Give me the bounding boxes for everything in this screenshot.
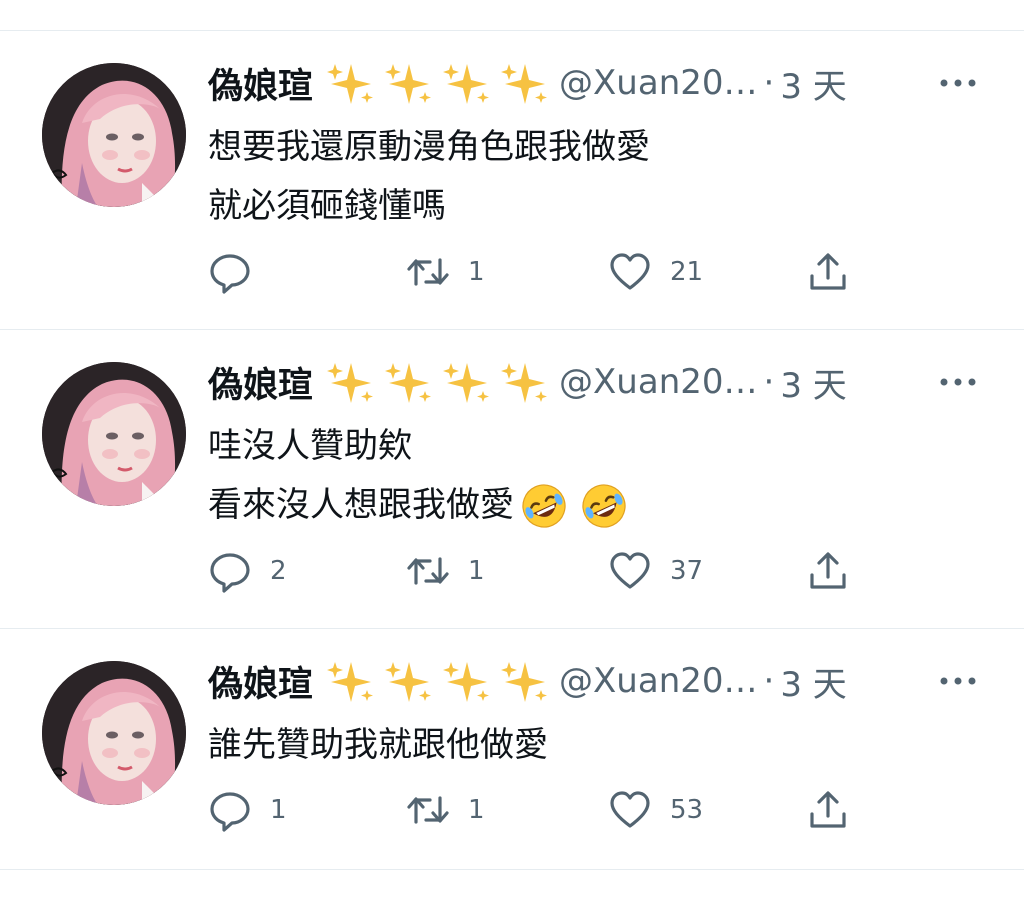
tweet-header: 偽娘瑄 @Xuan20… · 3 天: [208, 656, 847, 706]
reply-button[interactable]: 2: [208, 549, 287, 593]
sparkles-icon: [501, 64, 548, 104]
tweet-text-line: 誰先贊助我就跟他做愛: [208, 725, 548, 765]
heart-icon: [610, 552, 650, 589]
more-icon[interactable]: [936, 666, 980, 696]
display-name[interactable]: 偽娘瑄: [208, 357, 313, 408]
user-handle[interactable]: @Xuan20…: [559, 661, 758, 701]
tweet[interactable]: 偽娘瑄 @Xuan20… · 3 天 哇沒人贊助欸 看來沒人想跟我做愛 2 1 …: [0, 329, 1024, 628]
timestamp[interactable]: 3 天: [780, 358, 846, 407]
heart-icon: [610, 791, 650, 828]
tweet-text: 誰先贊助我就跟他做愛: [208, 716, 548, 775]
share-icon: [810, 552, 846, 589]
like-button[interactable]: 21: [608, 250, 703, 294]
user-handle[interactable]: @Xuan20…: [559, 362, 758, 402]
heart-icon: [610, 253, 650, 290]
rolling-on-floor-laughing-icon: [582, 483, 626, 528]
tweet-header: 偽娘瑄 @Xuan20… · 3 天: [208, 58, 847, 108]
retweet-icon: [407, 796, 449, 824]
like-count: 21: [670, 257, 704, 287]
retweet-button[interactable]: 1: [406, 549, 485, 593]
retweet-count: 1: [468, 556, 485, 586]
display-name[interactable]: 偽娘瑄: [208, 656, 313, 707]
sparkles-icon: [385, 64, 432, 104]
reply-count: 2: [270, 556, 287, 586]
action-bar: 1 1 53: [208, 788, 888, 832]
sparkles-icon: [443, 363, 490, 403]
sparkles-icon: [501, 662, 548, 702]
user-handle[interactable]: @Xuan20…: [559, 63, 758, 103]
sparkles-icon: [327, 662, 374, 702]
like-button[interactable]: 53: [608, 788, 703, 832]
retweet-button[interactable]: 1: [406, 788, 485, 832]
like-count: 37: [670, 556, 704, 586]
timestamp[interactable]: 3 天: [780, 657, 846, 706]
separator-dot: ·: [763, 661, 775, 701]
separator-dot: ·: [763, 362, 775, 402]
separator-dot: ·: [763, 63, 775, 103]
like-button[interactable]: 37: [608, 549, 703, 593]
tweet[interactable]: 偽娘瑄 @Xuan20… · 3 天 想要我還原動漫角色跟我做愛 就必須砸錢懂嗎…: [0, 30, 1024, 329]
sparkles-icon: [443, 662, 490, 702]
sparkles-icon: [327, 363, 374, 403]
tweet-text: 哇沒人贊助欸 看來沒人想跟我做愛: [208, 417, 628, 535]
more-icon[interactable]: [936, 367, 980, 397]
action-bar: 2 1 37: [208, 549, 888, 593]
reply-count: 1: [270, 795, 287, 825]
reply-icon: [210, 254, 250, 294]
sparkles-icon: [501, 363, 548, 403]
share-icon: [810, 791, 846, 828]
tweet-header: 偽娘瑄 @Xuan20… · 3 天: [208, 357, 847, 407]
tweet-text-line-with-emoji: 看來沒人想跟我做愛: [208, 476, 628, 535]
retweet-button[interactable]: 1: [406, 250, 485, 294]
sparkles-icon: [385, 662, 432, 702]
retweet-icon: [407, 258, 449, 286]
reply-icon: [210, 792, 250, 832]
timestamp[interactable]: 3 天: [780, 59, 846, 108]
reply-button[interactable]: 1: [208, 788, 287, 832]
more-icon[interactable]: [936, 68, 980, 98]
reply-icon: [210, 553, 250, 593]
retweet-count: 1: [468, 257, 485, 287]
tweet-text-line: 哇沒人贊助欸: [208, 426, 412, 466]
display-name[interactable]: 偽娘瑄: [208, 58, 313, 109]
tweet-text-line: 想要我還原動漫角色跟我做愛: [208, 127, 650, 167]
name-emoji-group: [319, 658, 551, 704]
share-button[interactable]: [806, 549, 850, 593]
sparkles-icon: [443, 64, 490, 104]
sparkles-icon: [327, 64, 374, 104]
share-button[interactable]: [806, 788, 850, 832]
retweet-count: 1: [468, 795, 485, 825]
divider: [0, 869, 1024, 870]
share-icon: [810, 253, 846, 290]
tweet[interactable]: 偽娘瑄 @Xuan20… · 3 天 誰先贊助我就跟他做愛 1 1 53: [0, 628, 1024, 869]
name-emoji-group: [319, 359, 551, 405]
action-bar: 1 21: [208, 250, 888, 294]
avatar[interactable]: [42, 362, 186, 506]
retweet-icon: [407, 557, 449, 585]
tweet-text: 想要我還原動漫角色跟我做愛 就必須砸錢懂嗎: [208, 118, 650, 236]
like-count: 53: [670, 795, 704, 825]
name-emoji-group: [319, 60, 551, 106]
rolling-on-floor-laughing-icon: [522, 483, 566, 528]
reply-button[interactable]: [208, 250, 270, 294]
avatar[interactable]: [42, 661, 186, 805]
avatar[interactable]: [42, 63, 186, 207]
share-button[interactable]: [806, 250, 850, 294]
sparkles-icon: [385, 363, 432, 403]
tweet-text-line: 看來沒人想跟我做愛: [208, 485, 514, 525]
tweet-text-line: 就必須砸錢懂嗎: [208, 186, 446, 226]
